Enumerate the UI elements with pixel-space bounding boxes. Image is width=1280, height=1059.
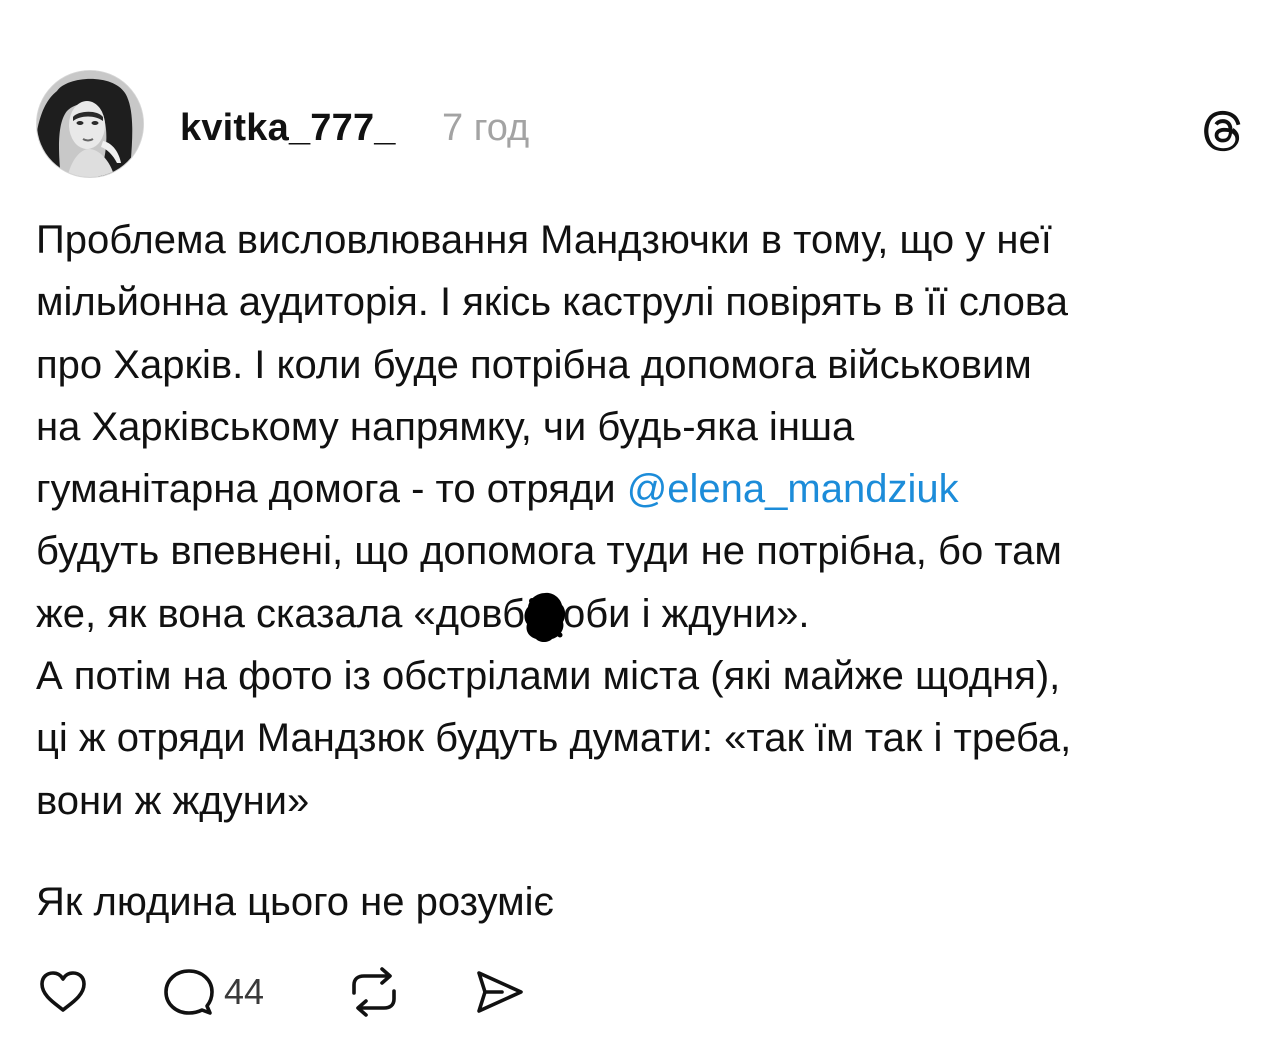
text-line: гуманітарна домога - то отряди <box>36 467 627 512</box>
send-icon <box>477 971 523 1013</box>
text-line: на Харківському напрямку, чи будь-яка ін… <box>36 404 855 449</box>
like-button[interactable] <box>36 964 90 1020</box>
censor-blot <box>524 592 566 642</box>
post-header: kvitka_777_ 7 год <box>36 70 1246 185</box>
profile-photo <box>37 71 143 177</box>
text-line: оби і ждуни». <box>563 591 810 636</box>
action-bar: 44 <box>36 964 636 1020</box>
threads-logo-icon[interactable] <box>1200 108 1246 154</box>
comment-bubble-icon <box>164 969 214 1015</box>
post-text: Проблема висловлювання Мандзючки в тому,… <box>36 209 1251 832</box>
text-line: же, як вона сказала «довб <box>36 591 526 636</box>
paragraph-2: А потім на фото із обстрілами міста (які… <box>36 645 1251 832</box>
threads-post: kvitka_777_ 7 год Проблема висловлювання… <box>0 0 1280 1059</box>
text-line: про Харків. І коли буде потрібна допомог… <box>36 342 1032 387</box>
reply-button[interactable]: 44 <box>162 964 264 1020</box>
text-line: А потім на фото із обстрілами міста (які… <box>36 654 1061 699</box>
text-line: мільйонна аудиторія. І якісь каструлі по… <box>36 280 1068 325</box>
post-time: 7 год <box>442 107 530 149</box>
text-line: ці ж отряди Мандзюк будуть думати: «так … <box>36 716 1072 761</box>
text-line: будуть впевнені, що допомога туди не пот… <box>36 529 1062 574</box>
post-footer-text: Як людина цього не розуміє <box>36 880 554 924</box>
username[interactable]: kvitka_777_ <box>180 106 396 150</box>
mention-link[interactable]: @elena_mandziuk <box>627 467 959 511</box>
heart-icon <box>40 971 86 1012</box>
repost-icon <box>352 967 396 1017</box>
share-button[interactable] <box>472 964 526 1020</box>
text-line: вони ж ждуни» <box>36 778 310 823</box>
text-line: Проблема висловлювання Мандзючки в тому,… <box>36 218 1052 262</box>
paragraph-1: Проблема висловлювання Мандзючки в тому,… <box>36 209 1251 645</box>
reply-count: 44 <box>224 971 265 1012</box>
avatar[interactable] <box>36 70 144 178</box>
repost-button[interactable] <box>346 964 402 1020</box>
